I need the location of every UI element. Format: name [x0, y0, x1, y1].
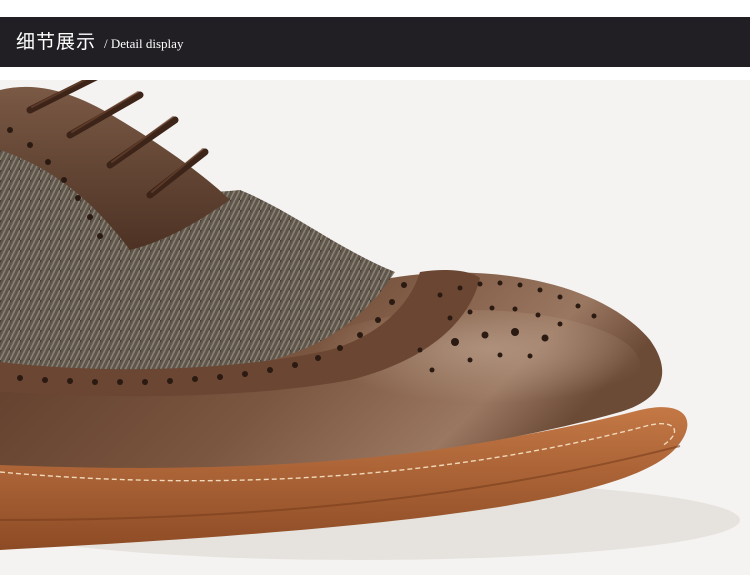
brogue-shoe-illustration — [0, 80, 740, 560]
product-detail-photo — [0, 80, 750, 575]
section-header-banner: 细节展示 / Detail display — [0, 17, 750, 67]
section-subtitle: / Detail display — [104, 36, 184, 51]
section-title: 细节展示 — [16, 30, 97, 53]
